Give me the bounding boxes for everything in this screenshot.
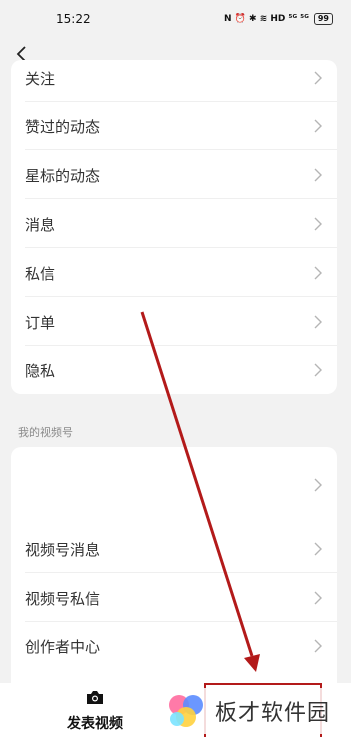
status-bar: 15:22 N ⏰ ✱ ≋ HD ⁵ᴳ ⁵ᴳ 99 xyxy=(0,0,351,38)
watermark-text: 板才软件园 xyxy=(215,701,331,726)
chevron-right-icon xyxy=(314,266,322,280)
watermark-logo-icon xyxy=(169,695,203,727)
channels-item-profile[interactable] xyxy=(11,461,337,509)
camera-icon xyxy=(87,691,103,704)
settings-item-label: 赞过的动态 xyxy=(25,117,101,136)
chevron-right-icon xyxy=(314,542,322,556)
channels-item-label: 视频号私信 xyxy=(25,589,101,608)
chevron-right-icon xyxy=(314,119,322,133)
settings-item-messages[interactable]: 消息 xyxy=(11,200,337,248)
battery-icon: 99 xyxy=(313,13,333,25)
chevron-right-icon xyxy=(314,591,322,605)
status-icons-text: N ⏰ ✱ ≋ HD ⁵ᴳ ⁵ᴳ xyxy=(224,14,309,24)
settings-card: 关注 赞过的动态 星标的动态 消息 私信 订单 隐私 xyxy=(11,60,337,394)
settings-item-orders[interactable]: 订单 xyxy=(11,298,337,346)
section-title-channels: 我的视频号 xyxy=(18,426,73,439)
settings-item-starred[interactable]: 星标的动态 xyxy=(11,151,337,199)
status-time: 15:22 xyxy=(56,12,91,26)
chevron-right-icon xyxy=(314,478,322,492)
settings-item-private-messages[interactable]: 私信 xyxy=(11,249,337,297)
settings-item-liked[interactable]: 赞过的动态 xyxy=(11,102,337,150)
channels-item-creator-center[interactable]: 创作者中心 xyxy=(11,622,337,670)
channels-item-label: 视频号消息 xyxy=(25,540,101,559)
chevron-right-icon xyxy=(314,217,322,231)
publish-video-label: 发表视频 xyxy=(67,716,123,732)
settings-item-label: 隐私 xyxy=(25,361,56,380)
chevron-right-icon xyxy=(314,363,322,377)
status-icons: N ⏰ ✱ ≋ HD ⁵ᴳ ⁵ᴳ 99 xyxy=(224,13,333,25)
settings-item-follow[interactable]: 关注 xyxy=(11,60,337,102)
settings-item-label: 关注 xyxy=(25,69,56,88)
chevron-right-icon xyxy=(314,639,322,653)
channels-item-label: 创作者中心 xyxy=(25,637,101,656)
watermark: 板才软件园 xyxy=(165,688,345,734)
chevron-right-icon xyxy=(314,71,322,85)
settings-item-label: 私信 xyxy=(25,264,56,283)
settings-item-label: 星标的动态 xyxy=(25,166,101,185)
settings-item-label: 订单 xyxy=(25,313,56,332)
publish-video-button[interactable]: 发表视频 xyxy=(60,690,130,737)
channels-item-private-messages[interactable]: 视频号私信 xyxy=(11,574,337,622)
settings-item-privacy[interactable]: 隐私 xyxy=(11,346,337,394)
settings-item-label: 消息 xyxy=(25,215,56,234)
channels-card: 视频号消息 视频号私信 创作者中心 xyxy=(11,447,337,707)
chevron-right-icon xyxy=(314,168,322,182)
chevron-right-icon xyxy=(314,315,322,329)
channels-item-messages[interactable]: 视频号消息 xyxy=(11,525,337,573)
